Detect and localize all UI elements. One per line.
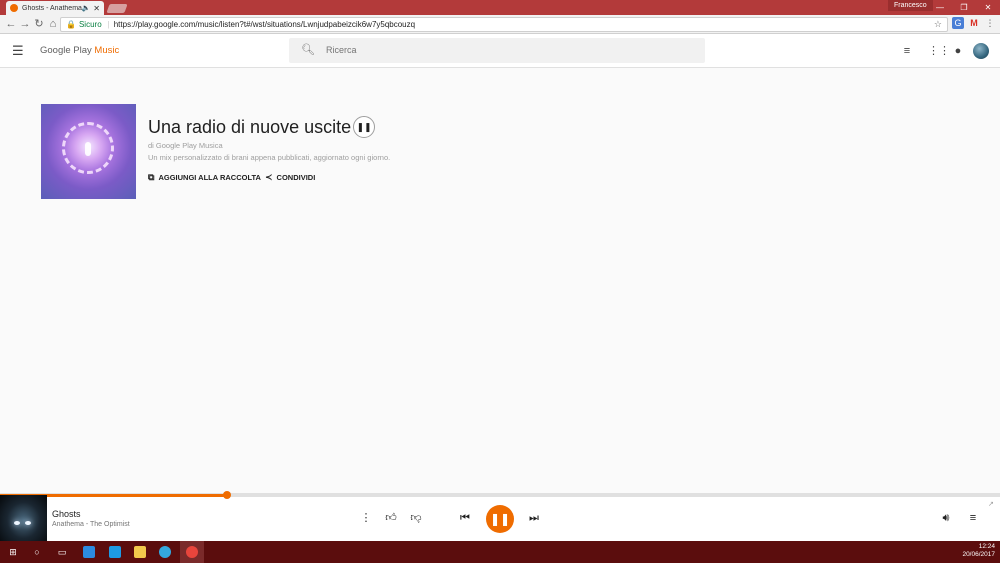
notifications-icon[interactable]: ●	[951, 44, 965, 58]
clock-time: 12:24	[978, 543, 995, 550]
browser-tab[interactable]: Ghosts - Anathema 🔈 ✕	[6, 1, 104, 15]
album-art-thumbnail[interactable]	[0, 495, 47, 541]
address-bar[interactable]: 🔒 Sicuro | https://play.google.com/music…	[60, 17, 948, 32]
app-logo[interactable]: Google Play Music	[40, 45, 119, 56]
thumbs-down-icon[interactable]: 👎︎	[408, 510, 424, 526]
station-title: Una radio di nuove uscite	[148, 117, 352, 137]
apps-grid-icon[interactable]: ⋮⋮	[928, 44, 950, 58]
browser-toolbar: ← → ↻ ⌂ 🔒 Sicuro | https://play.google.c…	[0, 15, 1000, 34]
queue-icon[interactable]: ≡	[900, 44, 914, 58]
chrome-taskbar-item[interactable]	[180, 541, 204, 563]
share-label: CONDIVIDI	[276, 173, 316, 182]
song-title[interactable]: Ghosts	[52, 509, 81, 519]
add-label: AGGIUNGI ALLA RACCOLTA	[158, 173, 261, 182]
gmail-extension-icon[interactable]: M	[968, 17, 980, 29]
home-icon[interactable]: ⌂	[46, 15, 60, 34]
search-box[interactable]: 🔍︎ Ricerca	[289, 38, 705, 63]
logo-accent: Music	[94, 45, 120, 56]
add-to-library-button[interactable]: ⧉ AGGIUNGI ALLA RACCOLTA	[148, 172, 261, 183]
search-icon: 🔍︎	[301, 44, 315, 56]
close-window-icon[interactable]: ✕	[976, 0, 1000, 15]
maximize-icon[interactable]: ❐	[952, 0, 976, 15]
lock-icon: 🔒	[66, 20, 76, 29]
station-cover-art[interactable]	[41, 104, 136, 199]
file-explorer-icon[interactable]	[134, 546, 146, 558]
browser-titlebar	[0, 0, 1000, 15]
clock-date: 20/06/2017	[962, 551, 995, 558]
thumbs-up-icon[interactable]: 👍︎	[383, 510, 399, 526]
chrome-menu-icon[interactable]: ⋮	[984, 17, 996, 29]
progress-handle[interactable]	[223, 491, 231, 499]
tab-title: Ghosts - Anathema	[22, 4, 82, 12]
forward-icon[interactable]: →	[18, 15, 32, 34]
cortana-icon[interactable]: ○	[26, 541, 48, 563]
more-options-icon[interactable]: ⋮	[358, 510, 374, 526]
bookmark-star-icon[interactable]: ☆	[934, 18, 942, 31]
windows-taskbar	[0, 541, 1000, 563]
mini-player-icon[interactable]: ↗	[988, 500, 994, 508]
song-artist-album[interactable]: Anathema - The Optimist	[52, 521, 130, 528]
next-track-icon[interactable]: ⏭︎	[526, 510, 542, 526]
station-description: Un mix personalizzato di brani appena pu…	[148, 153, 391, 162]
queue-list-icon[interactable]: ≡	[965, 510, 981, 526]
hamburger-menu-icon[interactable]: ☰	[12, 44, 26, 58]
previous-track-icon[interactable]: ⏮︎	[457, 510, 473, 526]
logo-prefix: Google Play	[40, 45, 95, 56]
reload-icon[interactable]: ↻	[32, 15, 46, 34]
pause-button[interactable]: ❚❚	[486, 505, 514, 533]
minimize-icon[interactable]: —	[928, 0, 952, 15]
volume-icon[interactable]: 🔊︎	[938, 510, 954, 526]
station-pause-button[interactable]: ❚❚	[353, 116, 375, 138]
library-add-icon: ⧉	[148, 172, 155, 182]
windows-start-icon[interactable]: ⊞	[2, 541, 24, 563]
profile-name[interactable]: Francesco	[888, 0, 933, 11]
back-icon[interactable]: ←	[4, 15, 18, 34]
task-view-icon[interactable]: ▭	[51, 541, 73, 563]
avatar[interactable]	[973, 43, 989, 59]
speaker-icon: 🔈	[81, 5, 91, 12]
translate-extension-icon[interactable]: G	[952, 17, 964, 29]
app-header: ☰ Google Play Music 🔍︎ Ricerca ≡ ⋮⋮ ●	[0, 34, 1000, 68]
skype-icon[interactable]	[109, 546, 121, 558]
close-tab-icon[interactable]: ✕	[93, 4, 100, 13]
url-text[interactable]: https://play.google.com/music/listen?t#/…	[114, 20, 415, 29]
chrome-icon	[186, 546, 198, 558]
station-byline: di Google Play Musica	[148, 141, 223, 150]
cover-art-bulb	[85, 142, 91, 156]
telegram-icon[interactable]	[159, 546, 171, 558]
system-clock[interactable]: 12:24 20/06/2017	[955, 543, 995, 559]
search-input[interactable]: Ricerca	[326, 45, 357, 55]
share-button[interactable]: ≺ CONDIVIDI	[265, 172, 315, 183]
music-favicon-icon	[10, 4, 18, 12]
store-icon[interactable]	[83, 546, 95, 558]
security-label: Sicuro	[78, 20, 102, 29]
new-tab-button[interactable]	[106, 4, 128, 13]
share-icon: ≺	[265, 172, 273, 182]
